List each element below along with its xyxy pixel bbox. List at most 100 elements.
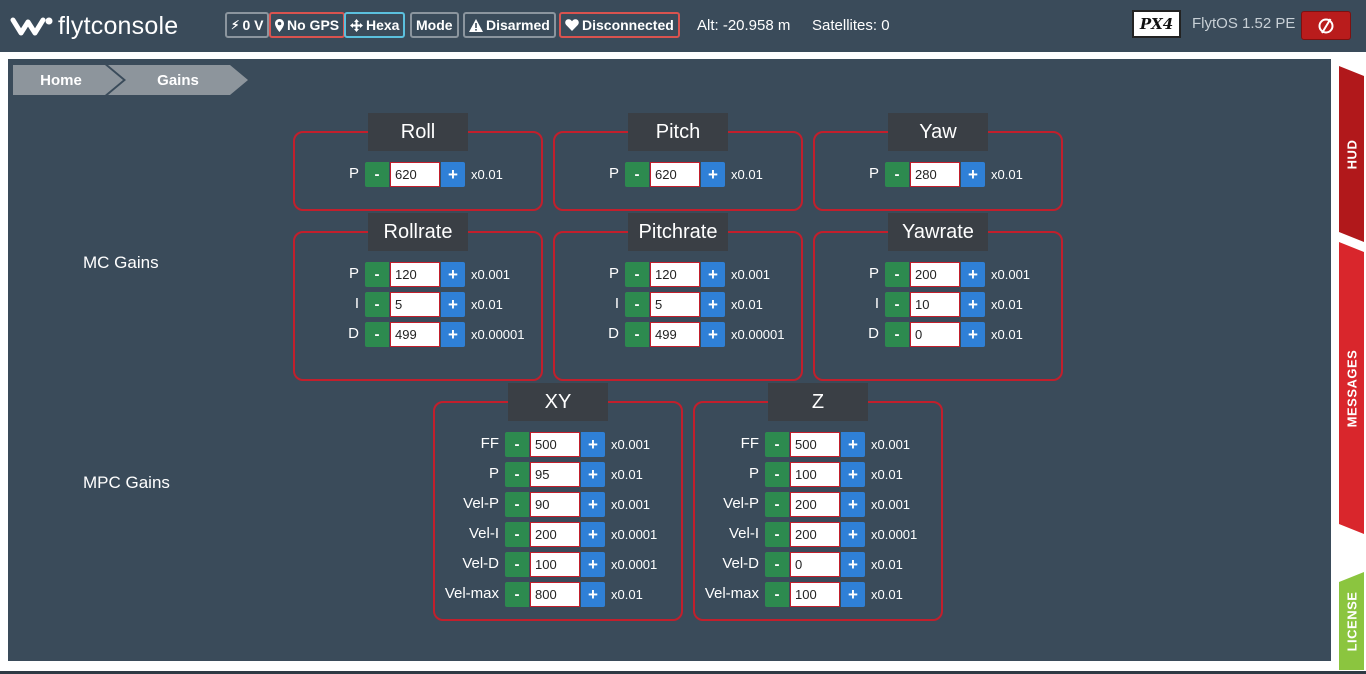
increment-button[interactable]: +: [701, 262, 725, 287]
increment-button[interactable]: +: [441, 262, 465, 287]
gain-value-input[interactable]: [390, 292, 440, 317]
gain-box-yawrate: YawrateP-+x0.001I-+x0.01D-+x0.01: [813, 213, 1063, 381]
increment-button[interactable]: +: [841, 522, 865, 547]
decrement-button[interactable]: -: [365, 162, 389, 187]
increment-button[interactable]: +: [441, 322, 465, 347]
increment-button[interactable]: +: [581, 582, 605, 607]
decrement-button[interactable]: -: [505, 492, 529, 517]
increment-button[interactable]: +: [961, 322, 985, 347]
gain-value-input[interactable]: [390, 162, 440, 187]
gain-unit: x0.01: [471, 167, 503, 182]
decrement-button[interactable]: -: [365, 262, 389, 287]
increment-button[interactable]: +: [581, 552, 605, 577]
increment-button[interactable]: +: [841, 432, 865, 457]
gain-value-input[interactable]: [530, 522, 580, 547]
gain-value-input[interactable]: [530, 582, 580, 607]
decrement-button[interactable]: -: [885, 292, 909, 317]
gain-value-input[interactable]: [910, 322, 960, 347]
gain-value-input[interactable]: [650, 322, 700, 347]
decrement-button[interactable]: -: [885, 162, 909, 187]
increment-button[interactable]: +: [581, 462, 605, 487]
gain-value-input[interactable]: [910, 162, 960, 187]
increment-button[interactable]: +: [581, 492, 605, 517]
battery-badge[interactable]: ⚡︎ 0 V: [225, 12, 270, 38]
gain-unit: x0.01: [731, 297, 763, 312]
hud-tab[interactable]: HUD: [1339, 66, 1364, 242]
decrement-button[interactable]: -: [765, 582, 789, 607]
decrement-button[interactable]: -: [625, 162, 649, 187]
gain-row-ff: FF- + x0.001: [695, 432, 941, 458]
gain-unit: x0.01: [991, 167, 1023, 182]
breadcrumb-home[interactable]: Home: [13, 65, 123, 95]
decrement-button[interactable]: -: [365, 322, 389, 347]
gain-row-i: I- + x0.01: [815, 292, 1061, 318]
increment-button[interactable]: +: [841, 582, 865, 607]
increment-button[interactable]: +: [961, 262, 985, 287]
decrement-button[interactable]: -: [505, 522, 529, 547]
power-button[interactable]: [1301, 11, 1351, 40]
increment-button[interactable]: +: [441, 292, 465, 317]
decrement-button[interactable]: -: [885, 322, 909, 347]
increment-button[interactable]: +: [441, 162, 465, 187]
mode-badge[interactable]: Mode: [410, 12, 459, 38]
decrement-button[interactable]: -: [625, 322, 649, 347]
gain-label: P: [488, 465, 499, 482]
decrement-button[interactable]: -: [505, 462, 529, 487]
gain-value-input[interactable]: [790, 522, 840, 547]
breadcrumb-gains[interactable]: Gains: [108, 65, 248, 95]
gain-value-input[interactable]: [530, 462, 580, 487]
gain-label: D: [868, 325, 879, 342]
increment-button[interactable]: +: [581, 432, 605, 457]
gain-row-vel-i: Vel-I- + x0.0001: [695, 522, 941, 548]
increment-button[interactable]: +: [701, 322, 725, 347]
increment-button[interactable]: +: [701, 162, 725, 187]
arm-badge[interactable]: Disarmed: [463, 12, 556, 38]
gain-value-input[interactable]: [390, 322, 440, 347]
decrement-button[interactable]: -: [505, 432, 529, 457]
gain-value-input[interactable]: [910, 292, 960, 317]
warning-icon: [469, 18, 483, 32]
decrement-button[interactable]: -: [625, 292, 649, 317]
decrement-button[interactable]: -: [625, 262, 649, 287]
gain-value-input[interactable]: [790, 492, 840, 517]
increment-button[interactable]: +: [841, 492, 865, 517]
gain-value-input[interactable]: [910, 262, 960, 287]
increment-button[interactable]: +: [581, 522, 605, 547]
gain-value-input[interactable]: [530, 492, 580, 517]
messages-tab[interactable]: MESSAGES: [1339, 242, 1364, 534]
connection-badge[interactable]: Disconnected: [559, 12, 680, 38]
increment-button[interactable]: +: [961, 292, 985, 317]
increment-button[interactable]: +: [841, 552, 865, 577]
decrement-button[interactable]: -: [885, 262, 909, 287]
flytconsole-logo: flytconsole: [10, 11, 178, 41]
gps-badge[interactable]: No GPS: [269, 12, 346, 38]
increment-button[interactable]: +: [841, 462, 865, 487]
gain-box-title: Pitchrate: [628, 213, 728, 251]
license-tab[interactable]: LICENSE: [1339, 572, 1364, 670]
decrement-button[interactable]: -: [365, 292, 389, 317]
decrement-button[interactable]: -: [765, 492, 789, 517]
gain-value-input[interactable]: [390, 262, 440, 287]
increment-button[interactable]: +: [961, 162, 985, 187]
decrement-button[interactable]: -: [765, 432, 789, 457]
frame-badge[interactable]: Hexa: [344, 12, 406, 38]
gain-label: I: [874, 295, 879, 312]
decrement-button[interactable]: -: [505, 552, 529, 577]
gain-value-input[interactable]: [530, 552, 580, 577]
gain-box-title: Pitch: [628, 113, 728, 151]
decrement-button[interactable]: -: [505, 582, 529, 607]
gain-value-input[interactable]: [790, 432, 840, 457]
gain-value-input[interactable]: [530, 432, 580, 457]
gain-value-input[interactable]: [650, 292, 700, 317]
increment-button[interactable]: +: [701, 292, 725, 317]
gain-value-input[interactable]: [650, 262, 700, 287]
decrement-button[interactable]: -: [765, 552, 789, 577]
power-icon: [1318, 17, 1334, 34]
gain-value-input[interactable]: [790, 552, 840, 577]
decrement-button[interactable]: -: [765, 462, 789, 487]
move-arrows-icon: [350, 18, 363, 32]
gain-value-input[interactable]: [790, 582, 840, 607]
gain-value-input[interactable]: [650, 162, 700, 187]
gain-value-input[interactable]: [790, 462, 840, 487]
decrement-button[interactable]: -: [765, 522, 789, 547]
